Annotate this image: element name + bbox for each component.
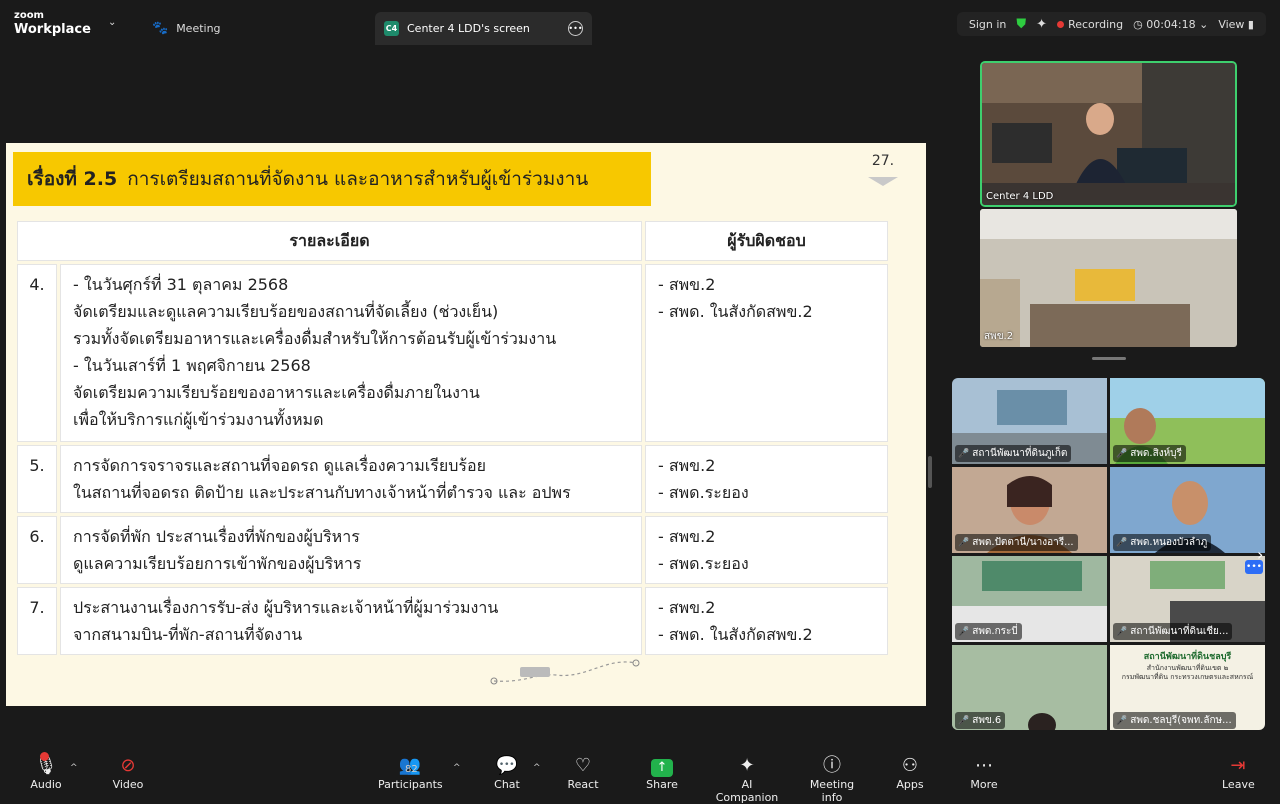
zoom-workplace-logo[interactable]: zoom Workplace xyxy=(14,11,91,37)
participant-tile[interactable]: 🎤 สพข.6 xyxy=(952,645,1107,730)
video-off-icon: ⊘ xyxy=(120,755,136,776)
task-table: รายละเอียด ผู้รับผิดชอบ 4. - ในวันศุกร์ท… xyxy=(14,218,891,658)
column-header-detail: รายละเอียด xyxy=(17,221,642,261)
column-header-responsible: ผู้รับผิดชอบ xyxy=(645,221,888,261)
chat-button[interactable]: 💬 Chat xyxy=(492,754,522,791)
participant-name: สพข.2 xyxy=(984,331,1014,342)
participants-options-caret[interactable]: ^ xyxy=(453,763,461,773)
alert-badge xyxy=(40,752,49,761)
microphone-icon: 🎙 xyxy=(28,752,64,778)
ai-companion-button[interactable]: ✦ AI Companion xyxy=(709,754,785,804)
meeting-label: Meeting xyxy=(176,22,221,35)
participant-tile[interactable]: 🎤 สพด.สิงห์บุรี xyxy=(1110,378,1265,464)
mic-muted-icon: 🎤 xyxy=(958,715,970,726)
shield-check-icon[interactable]: ⛊ xyxy=(1016,17,1026,32)
participants-button[interactable]: 👥 82 Participants xyxy=(378,754,443,791)
mic-muted-icon: 🎤 xyxy=(1116,715,1128,726)
meeting-tab[interactable]: 🐾 Meeting xyxy=(152,21,221,36)
participant-tile[interactable]: 🎤 สพด.ปัตตานี/นางอารี... xyxy=(952,467,1107,553)
shared-screen-label: Center 4 LDD's screen xyxy=(407,22,530,35)
participant-tile[interactable]: สถานีพัฒนาที่ดินชลบุรี สำนักงานพัฒนาที่ด… xyxy=(1110,645,1265,730)
timer[interactable]: ◷ 00:04:18 ⌄ xyxy=(1133,18,1208,31)
more-button[interactable]: ⋯ More xyxy=(968,754,1000,791)
apps-button[interactable]: ⚇ Apps xyxy=(894,754,926,791)
page-number: 27. xyxy=(846,143,920,186)
leave-button[interactable]: ⇥ Leave xyxy=(1222,754,1255,791)
shared-screen-tab[interactable]: C4 Center 4 LDD's screen ••• xyxy=(375,12,592,45)
video-frame xyxy=(982,63,1235,205)
participant-name: Center 4 LDD xyxy=(986,191,1054,202)
table-row: 7. ประสานงานเรื่องการรับ-ส่ง ผู้บริหารแล… xyxy=(17,587,888,655)
chevron-down-icon[interactable]: ⌄ xyxy=(108,17,116,28)
mic-muted-icon: 🎤 xyxy=(1116,537,1128,548)
next-page-arrow-icon[interactable]: › xyxy=(1257,545,1263,564)
pane-scroll-indicator[interactable] xyxy=(1092,357,1126,360)
paw-icon: 🐾 xyxy=(152,21,169,36)
apps-icon: ⚇ xyxy=(901,755,919,776)
participant-tile[interactable]: 🎤 สพด.หนองบัวลำภู xyxy=(1110,467,1265,553)
meeting-toolbar: 🎙 Audio ^ ⊘ Video 👥 82 Participants ^ 💬 C… xyxy=(0,748,1280,804)
view-button[interactable]: View ▮ xyxy=(1218,18,1254,31)
shared-screen-stage: เรื่องที่ 2.5 การเตรียมสถานที่จัดงาน และ… xyxy=(0,46,935,748)
ai-sparkle-icon: ✦ xyxy=(739,755,755,776)
participant-tile[interactable]: 🎤 สพด.กระบี่ xyxy=(952,556,1107,642)
slide-title: เรื่องที่ 2.5 การเตรียมสถานที่จัดงาน และ… xyxy=(13,152,651,206)
info-icon: ⓘ xyxy=(823,755,841,776)
audio-options-caret[interactable]: ^ xyxy=(70,763,78,773)
resize-handle[interactable] xyxy=(928,456,932,488)
station-poster: สถานีพัฒนาที่ดินชลบุรี สำนักงานพัฒนาที่ด… xyxy=(1121,652,1254,682)
more-options-icon[interactable]: ••• xyxy=(568,21,583,36)
bus-route-illustration xyxy=(490,659,640,685)
recording-indicator[interactable]: Recording xyxy=(1057,18,1123,31)
participant-tile[interactable]: 🎤 สถานีพัฒนาที่ดินภูเก็ต xyxy=(952,378,1107,464)
table-row: 5. การจัดการจราจรและสถานที่จอดรถ ดูแลเรื… xyxy=(17,445,888,513)
participant-video[interactable]: สพข.2 xyxy=(980,209,1237,347)
gallery-grid: 🎤 สถานีพัฒนาที่ดินภูเก็ต 🎤 สพด.สิงห์บุรี 🎤… xyxy=(952,378,1265,730)
share-arrow-icon: ↑ xyxy=(644,754,680,778)
top-bar: zoom Workplace ⌄ 🐾 Meeting C4 Center 4 L… xyxy=(0,0,1280,46)
video-button[interactable]: ⊘ Video xyxy=(110,754,146,791)
leave-icon: ⇥ xyxy=(1230,755,1246,776)
mic-muted-icon: 🎤 xyxy=(958,626,970,637)
mic-muted-icon: 🎤 xyxy=(1116,448,1128,459)
meeting-info-button[interactable]: ⓘ Meeting info xyxy=(800,754,864,804)
more-dots-icon: ⋯ xyxy=(975,755,993,776)
table-row: 4. - ในวันศุกร์ที่ 31 ตุลาคม 2568 จัดเตร… xyxy=(17,264,888,442)
participant-tile[interactable]: 🎤 สถานีพัฒนาที่ดินเชีย... xyxy=(1110,556,1265,642)
participants-icon: 👥 82 xyxy=(398,755,422,776)
ai-sparkle-icon[interactable]: ✦ xyxy=(1036,17,1047,32)
mic-muted-icon: 🎤 xyxy=(958,537,970,548)
sign-in-link[interactable]: Sign in xyxy=(969,18,1007,31)
audio-button[interactable]: 🎙 Audio xyxy=(28,752,64,791)
record-dot-icon xyxy=(1057,20,1065,28)
mic-muted-icon: 🎤 xyxy=(1116,626,1128,637)
heart-icon: ♡ xyxy=(574,755,592,776)
chat-icon: 💬 xyxy=(495,755,519,776)
presentation-slide: เรื่องที่ 2.5 การเตรียมสถานที่จัดงาน และ… xyxy=(6,143,926,706)
top-right-controls: Sign in ⛊ ✦ Recording ◷ 00:04:18 ⌄ View … xyxy=(956,12,1266,36)
video-frame xyxy=(980,209,1237,347)
active-speaker-video[interactable]: Center 4 LDD xyxy=(980,61,1237,207)
c4-avatar-badge: C4 xyxy=(384,21,399,36)
share-button[interactable]: ↑ Share xyxy=(644,754,680,791)
chat-options-caret[interactable]: ^ xyxy=(533,763,541,773)
table-row: 6. การจัดที่พัก ประสานเรื่องที่พักของผู้… xyxy=(17,516,888,584)
react-button[interactable]: ♡ React xyxy=(566,754,600,791)
mic-muted-icon: 🎤 xyxy=(958,448,970,459)
